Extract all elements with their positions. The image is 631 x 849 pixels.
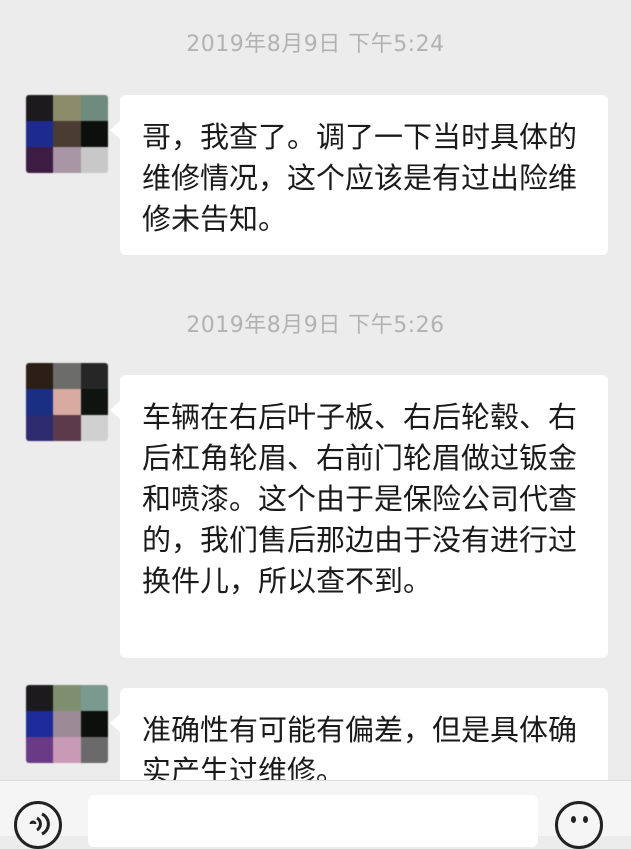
avatar[interactable]	[26, 95, 108, 173]
avatar[interactable]	[26, 685, 108, 763]
emoji-eye-right	[583, 816, 588, 823]
message-bubble[interactable]: 车辆在右后叶子板、右后轮毂、右后杠角轮眉、右前门轮眉做过钣金和喷漆。这个由于是保…	[110, 375, 608, 658]
input-bar	[0, 780, 631, 849]
timestamp: 2019年8月9日 下午5:24	[186, 32, 445, 57]
voice-icon[interactable]	[14, 801, 62, 849]
avatar[interactable]	[26, 363, 108, 441]
message-bubble[interactable]: 准确性有可能有偏差，但是具体确实产生过维修。	[110, 688, 608, 780]
emoji-icon[interactable]	[555, 801, 603, 849]
message-bubble[interactable]: 哥，我查了。调了一下当时具体的维修情况，这个应该是有过出险维修未告知。	[110, 95, 608, 255]
chat-area[interactable]: 2019年8月9日 下午5:24 哥，我查了。调了一下当时具体的维修情况，这个应…	[0, 0, 631, 780]
message-input[interactable]	[88, 795, 538, 847]
voice-icon-glyph	[29, 812, 50, 836]
timestamp: 2019年8月9日 下午5:26	[186, 313, 445, 338]
emoji-eye-left	[571, 816, 576, 823]
